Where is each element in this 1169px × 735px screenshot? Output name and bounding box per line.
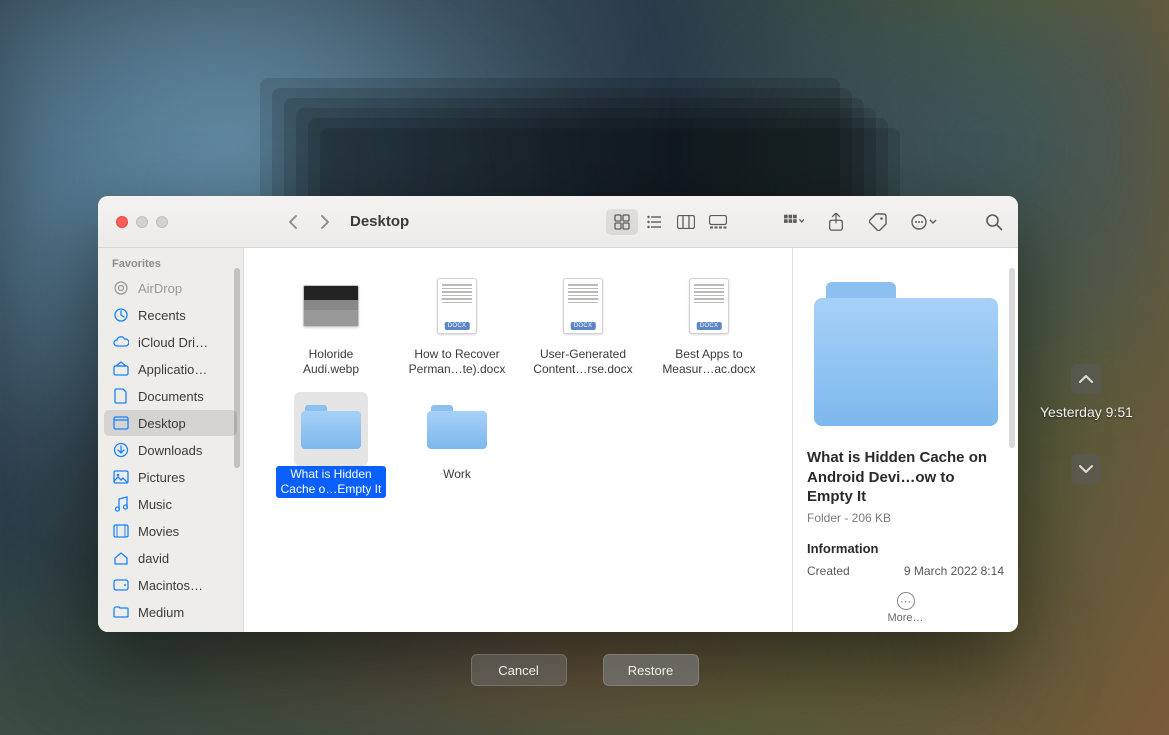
folder-icon xyxy=(427,403,487,449)
sidebar-item-label: AirDrop xyxy=(138,281,182,296)
sidebar-item-airdrop[interactable]: AirDrop xyxy=(104,275,237,301)
action-menu-button[interactable] xyxy=(910,212,940,232)
preview-title: What is Hidden Cache on Android Devi…ow … xyxy=(807,448,1004,507)
dialog-buttons: Cancel Restore xyxy=(471,654,699,686)
home-icon xyxy=(112,551,130,565)
preview-folder-icon xyxy=(814,276,998,426)
view-gallery-button[interactable] xyxy=(702,209,734,235)
sidebar-item-label: Medium xyxy=(138,605,184,620)
sidebar-item-label: Macintos… xyxy=(138,578,203,593)
cloud-icon xyxy=(112,336,130,348)
airdrop-icon xyxy=(112,280,130,296)
file-label: Holoride Audi.webp xyxy=(276,346,386,378)
sidebar-item-label: Music xyxy=(138,497,172,512)
file-label: User-Generated Content…rse.docx xyxy=(528,346,638,378)
sidebar-item-label: Recents xyxy=(138,308,186,323)
file-grid: Holoride Audi.webp DOCX How to Recover P… xyxy=(244,248,792,632)
sidebar-item-label: Movies xyxy=(138,524,179,539)
apps-icon xyxy=(112,361,130,377)
sidebar-item-music[interactable]: Music xyxy=(104,491,237,517)
sidebar-item-label: Downloads xyxy=(138,443,202,458)
sidebar-item-label: Applicatio… xyxy=(138,362,207,377)
sidebar-item-home[interactable]: david xyxy=(104,545,237,571)
sidebar-item-label: Pictures xyxy=(138,470,185,485)
music-icon xyxy=(112,496,130,512)
sidebar-item-label: Desktop xyxy=(138,416,186,431)
file-item[interactable]: DOCX Best Apps to Measur…ac.docx xyxy=(646,272,772,384)
desktop-icon xyxy=(112,416,130,430)
sidebar: Favorites AirDrop Recents iCloud Dri… Ap… xyxy=(98,248,244,632)
timeline-nav: Yesterday 9:51 xyxy=(1040,364,1133,484)
search-button[interactable] xyxy=(984,212,1004,232)
file-item-selected[interactable]: What is Hidden Cache o…Empty It xyxy=(268,392,394,504)
folder-icon xyxy=(301,403,361,449)
file-label: How to Recover Perman…te).docx xyxy=(402,346,512,378)
movies-icon xyxy=(112,524,130,538)
image-thumbnail-icon xyxy=(303,285,359,327)
tags-button[interactable] xyxy=(868,212,888,232)
file-item[interactable]: Work xyxy=(394,392,520,504)
forward-button[interactable] xyxy=(318,215,332,229)
pictures-icon xyxy=(112,470,130,484)
view-icons-button[interactable] xyxy=(606,209,638,235)
view-columns-button[interactable] xyxy=(670,209,702,235)
docx-icon: DOCX xyxy=(689,278,729,334)
file-item[interactable]: DOCX User-Generated Content…rse.docx xyxy=(520,272,646,384)
sidebar-header-favorites: Favorites xyxy=(98,254,243,274)
timeline-up-button[interactable] xyxy=(1071,364,1101,394)
disk-icon xyxy=(112,579,130,591)
preview-scrollbar[interactable] xyxy=(1009,268,1015,448)
file-label: Best Apps to Measur…ac.docx xyxy=(654,346,764,378)
sidebar-item-label: iCloud Dri… xyxy=(138,335,208,350)
sidebar-item-macintosh[interactable]: Macintos… xyxy=(104,572,237,598)
group-by-button[interactable] xyxy=(784,212,804,232)
timeline-down-button[interactable] xyxy=(1071,454,1101,484)
file-item[interactable]: DOCX How to Recover Perman…te).docx xyxy=(394,272,520,384)
window-controls xyxy=(116,216,168,228)
view-mode-controls xyxy=(606,209,734,235)
preview-created-label: Created xyxy=(807,564,850,578)
view-list-button[interactable] xyxy=(638,209,670,235)
zoom-window[interactable] xyxy=(156,216,168,228)
docx-icon: DOCX xyxy=(563,278,603,334)
close-window[interactable] xyxy=(116,216,128,228)
sidebar-item-label: Documents xyxy=(138,389,204,404)
timeline-label: Yesterday 9:51 xyxy=(1040,404,1133,420)
docx-icon: DOCX xyxy=(437,278,477,334)
sidebar-item-label: david xyxy=(138,551,169,566)
preview-subtitle: Folder - 206 KB xyxy=(807,511,1004,525)
preview-created-value: 9 March 2022 8:14 xyxy=(904,564,1004,578)
preview-more[interactable]: ⋯ More… xyxy=(793,584,1018,633)
sidebar-item-medium[interactable]: Medium xyxy=(104,599,237,625)
location-title: Desktop xyxy=(350,213,409,230)
share-button[interactable] xyxy=(826,212,846,232)
folder-icon xyxy=(112,606,130,618)
sidebar-item-documents[interactable]: Documents xyxy=(104,383,237,409)
sidebar-item-applications[interactable]: Applicatio… xyxy=(104,356,237,382)
sidebar-scrollbar[interactable] xyxy=(234,268,240,468)
doc-icon xyxy=(112,388,130,404)
sidebar-item-recents[interactable]: Recents xyxy=(104,302,237,328)
preview-info-header: Information xyxy=(807,541,1004,556)
toolbar: Desktop xyxy=(98,196,1018,248)
clock-icon xyxy=(112,307,130,323)
minimize-window[interactable] xyxy=(136,216,148,228)
sidebar-item-movies[interactable]: Movies xyxy=(104,518,237,544)
cancel-button[interactable]: Cancel xyxy=(471,654,567,686)
sidebar-item-icloud[interactable]: iCloud Dri… xyxy=(104,329,237,355)
sidebar-item-desktop[interactable]: Desktop xyxy=(104,410,237,436)
file-item[interactable]: Holoride Audi.webp xyxy=(268,272,394,384)
finder-window: Desktop xyxy=(98,196,1018,632)
preview-more-label: More… xyxy=(793,612,1018,624)
preview-pane: What is Hidden Cache on Android Devi…ow … xyxy=(792,248,1018,632)
back-button[interactable] xyxy=(286,215,300,229)
restore-button[interactable]: Restore xyxy=(603,654,699,686)
sidebar-item-downloads[interactable]: Downloads xyxy=(104,437,237,463)
sidebar-item-pictures[interactable]: Pictures xyxy=(104,464,237,490)
file-label: Work xyxy=(439,466,475,483)
ellipsis-icon: ⋯ xyxy=(897,592,915,610)
file-label: What is Hidden Cache o…Empty It xyxy=(276,466,386,498)
download-icon xyxy=(112,442,130,458)
